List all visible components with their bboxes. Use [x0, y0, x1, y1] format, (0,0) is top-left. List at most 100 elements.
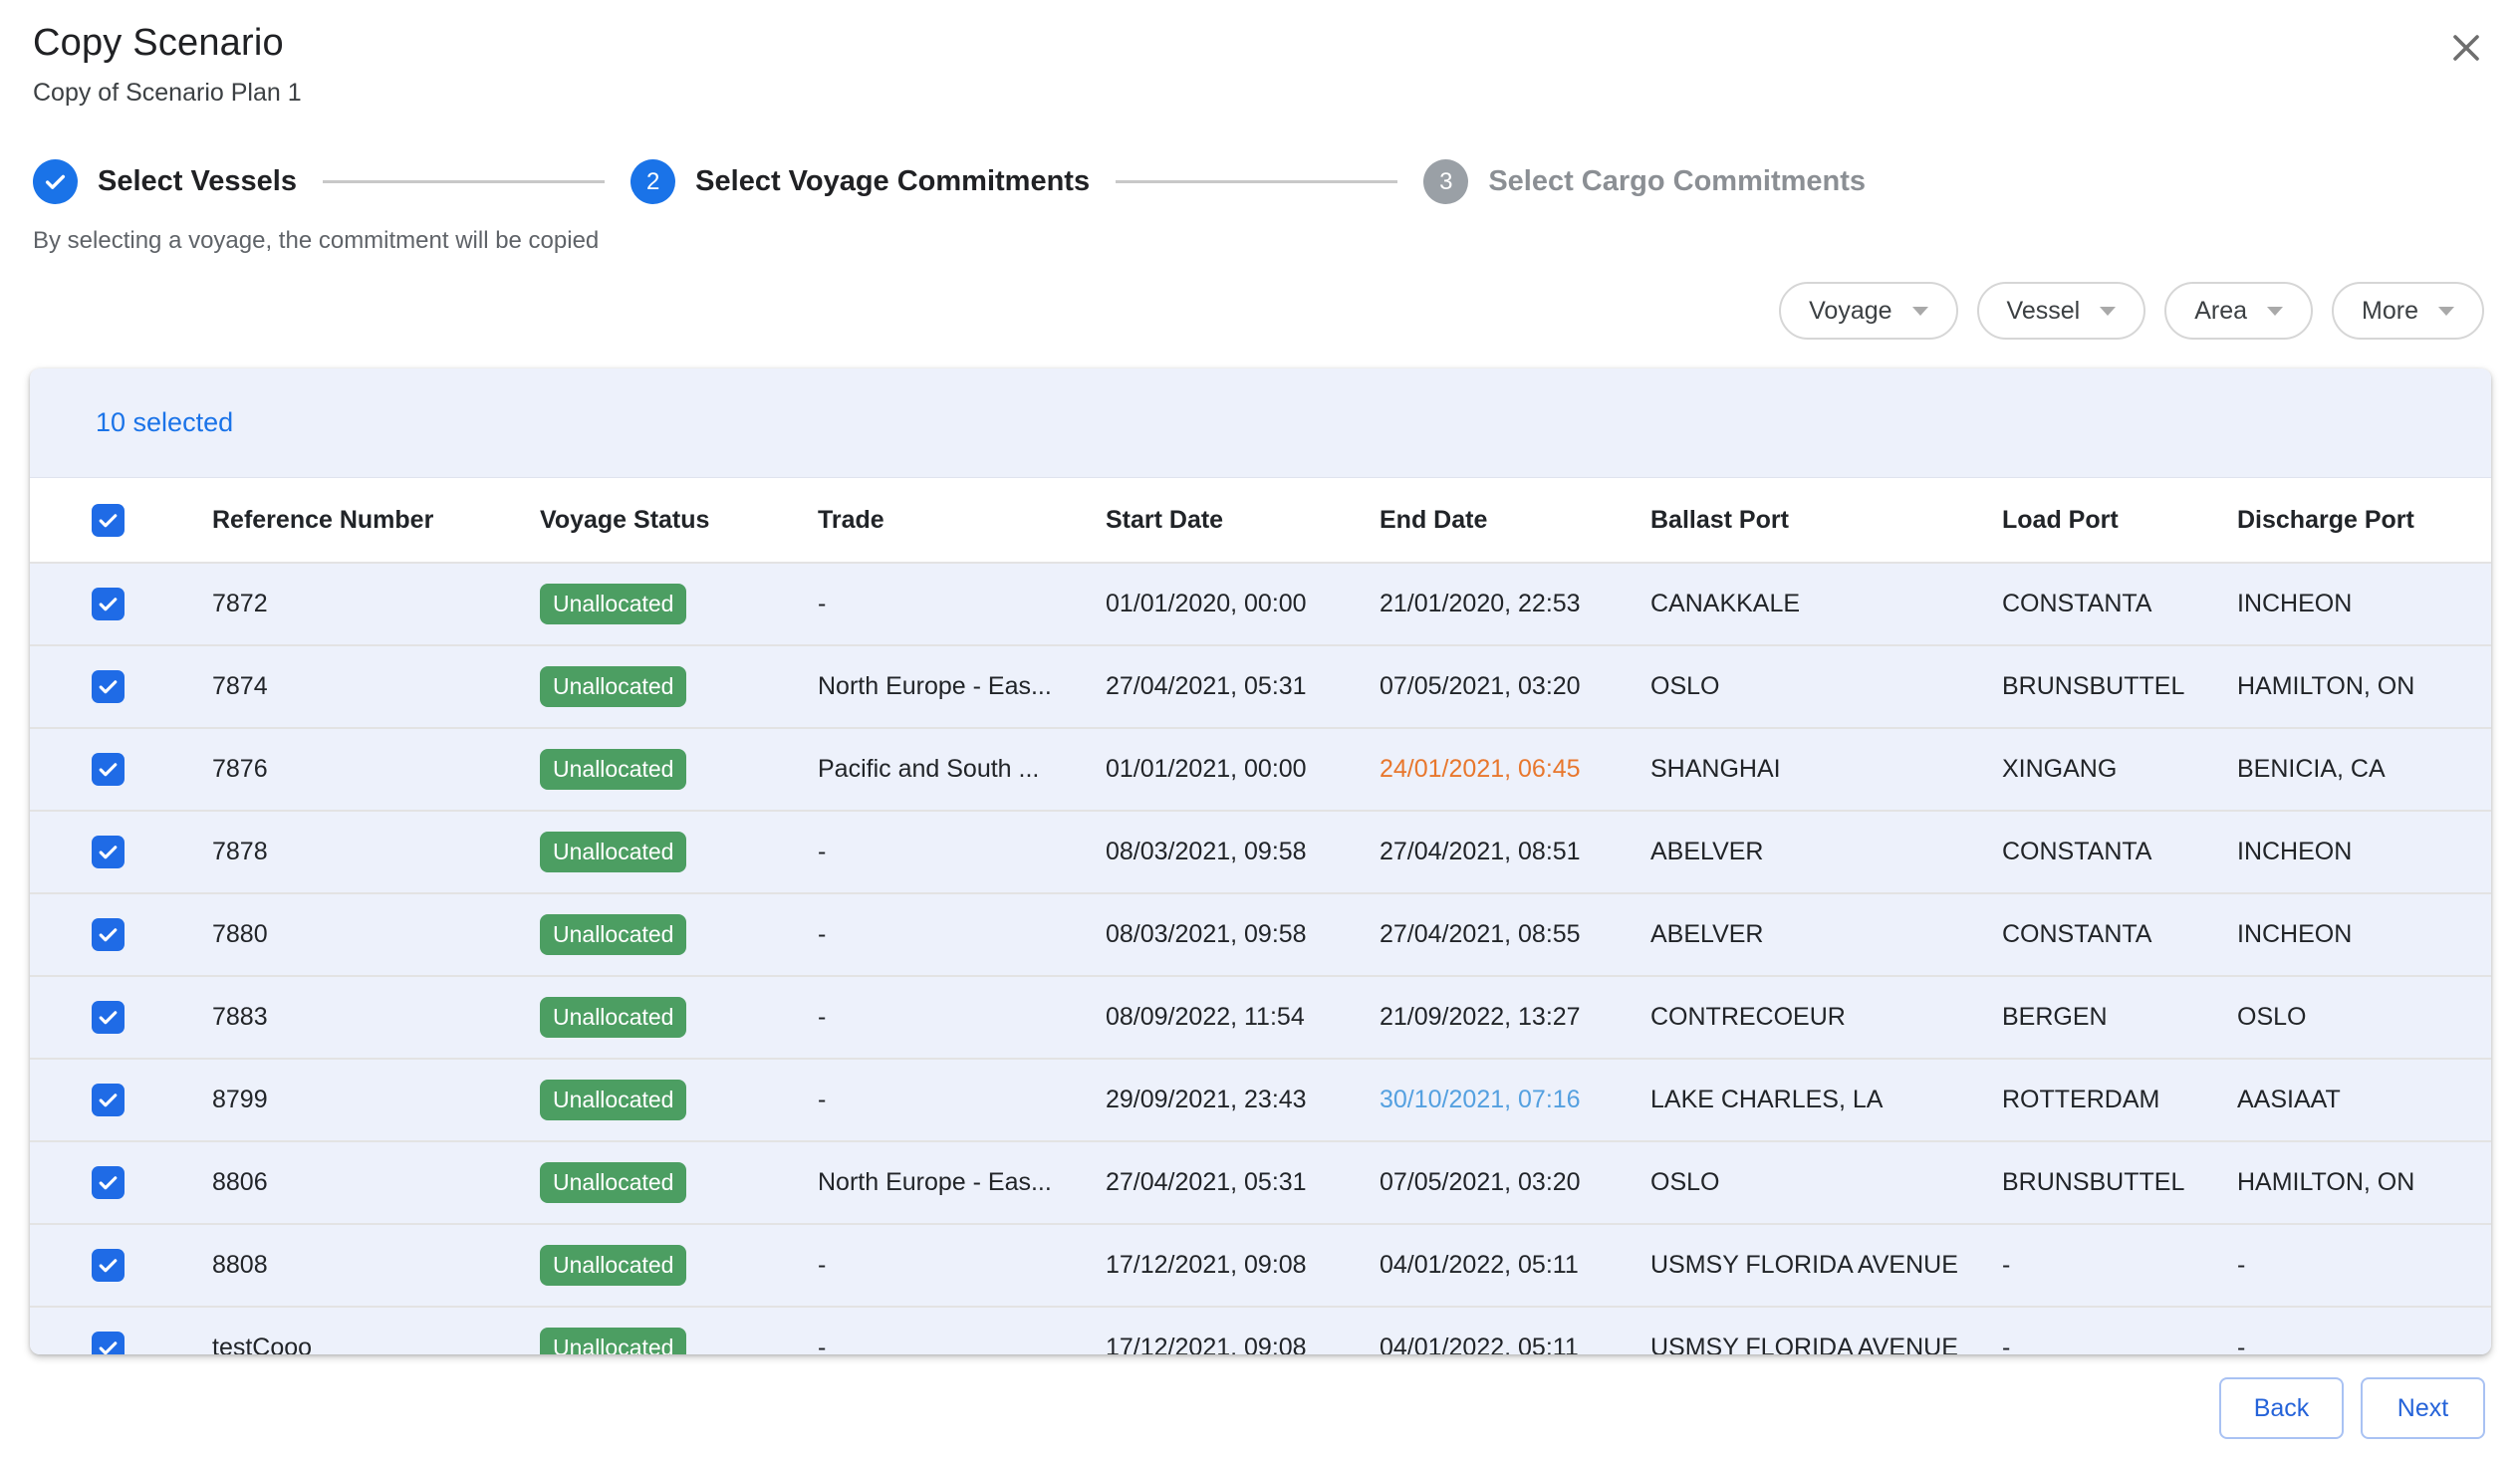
ballast-port-cell: ABELVER	[1650, 893, 2002, 976]
chevron-down-icon	[1912, 307, 1928, 316]
trade-cell: Pacific and South ...	[818, 728, 1106, 811]
table-row[interactable]: 8799 Unallocated - 29/09/2021, 23:43 30/…	[30, 1059, 2491, 1141]
table-row[interactable]: 7876 Unallocated Pacific and South ... 0…	[30, 728, 2491, 811]
voyage-status-badge: Unallocated	[540, 914, 686, 955]
voyage-commitments-table: Reference Number Voyage Status Trade Sta…	[30, 478, 2491, 1354]
voyage-status-badge: Unallocated	[540, 1080, 686, 1120]
dialog-header: Copy Scenario Copy of Scenario Plan 1	[33, 22, 302, 108]
table-row[interactable]: 7874 Unallocated North Europe - Eas... 2…	[30, 645, 2491, 728]
ballast-port-cell: LAKE CHARLES, LA	[1650, 1059, 2002, 1141]
row-checkbox[interactable]	[92, 1001, 125, 1034]
step-label: Select Voyage Commitments	[695, 165, 1090, 198]
column-header-load-port[interactable]: Load Port	[2002, 478, 2237, 563]
load-port-cell: BRUNSBUTTEL	[2002, 1141, 2237, 1224]
column-header-start-date[interactable]: Start Date	[1106, 478, 1380, 563]
check-icon	[96, 840, 121, 864]
load-port-cell: BERGEN	[2002, 976, 2237, 1059]
end-date-cell: 30/10/2021, 07:16	[1380, 1059, 1650, 1141]
reference-number-cell: 7872	[212, 563, 540, 645]
chevron-down-icon	[2438, 307, 2454, 316]
reference-number-cell: 8808	[212, 1224, 540, 1307]
row-checkbox[interactable]	[92, 1166, 125, 1199]
table-row[interactable]: testCooo Unallocated - 17/12/2021, 09:08…	[30, 1307, 2491, 1354]
load-port-cell: CONSTANTA	[2002, 811, 2237, 893]
voyage-status-badge: Unallocated	[540, 666, 686, 707]
table-row[interactable]: 8806 Unallocated North Europe - Eas... 2…	[30, 1141, 2491, 1224]
filter-bar: Voyage Vessel Area More	[1779, 282, 2484, 340]
voyage-status-badge: Unallocated	[540, 1162, 686, 1203]
table-row[interactable]: 7883 Unallocated - 08/09/2022, 11:54 21/…	[30, 976, 2491, 1059]
discharge-port-cell: HAMILTON, ON	[2237, 645, 2491, 728]
filter-vessel[interactable]: Vessel	[1977, 282, 2146, 340]
load-port-cell: ROTTERDAM	[2002, 1059, 2237, 1141]
step-select-cargo-commitments[interactable]: 3 Select Cargo Commitments	[1423, 159, 1866, 204]
column-header-reference-number[interactable]: Reference Number	[212, 478, 540, 563]
start-date-cell: 08/03/2021, 09:58	[1106, 893, 1380, 976]
column-header-ballast-port[interactable]: Ballast Port	[1650, 478, 2002, 563]
stepper: Select Vessels 2 Select Voyage Commitmen…	[33, 159, 1866, 204]
reference-number-cell: 8806	[212, 1141, 540, 1224]
back-button[interactable]: Back	[2219, 1377, 2344, 1439]
step-complete-check-icon	[33, 159, 78, 204]
trade-cell: -	[818, 976, 1106, 1059]
voyage-status-badge: Unallocated	[540, 832, 686, 872]
ballast-port-cell: USMSY FLORIDA AVENUE	[1650, 1307, 2002, 1354]
trade-cell: -	[818, 1224, 1106, 1307]
end-date-cell: 27/04/2021, 08:55	[1380, 893, 1650, 976]
row-checkbox[interactable]	[92, 1249, 125, 1282]
voyage-status-badge: Unallocated	[540, 1328, 686, 1354]
table-row[interactable]: 7872 Unallocated - 01/01/2020, 00:00 21/…	[30, 563, 2491, 645]
page-title: Copy Scenario	[33, 22, 302, 65]
start-date-cell: 01/01/2020, 00:00	[1106, 563, 1380, 645]
filter-more[interactable]: More	[2332, 282, 2484, 340]
select-all-checkbox[interactable]	[92, 504, 125, 537]
discharge-port-cell: -	[2237, 1224, 2491, 1307]
reference-number-cell: 7880	[212, 893, 540, 976]
check-icon	[96, 592, 121, 616]
start-date-cell: 17/12/2021, 09:08	[1106, 1307, 1380, 1354]
dialog-footer: Back Next	[2219, 1377, 2485, 1439]
next-button[interactable]: Next	[2361, 1377, 2485, 1439]
table-header-row: Reference Number Voyage Status Trade Sta…	[30, 478, 2491, 563]
column-header-trade[interactable]: Trade	[818, 478, 1106, 563]
trade-cell: -	[818, 1059, 1106, 1141]
voyage-status-badge: Unallocated	[540, 584, 686, 624]
row-checkbox[interactable]	[92, 836, 125, 868]
end-date-cell: 04/01/2022, 05:11	[1380, 1224, 1650, 1307]
row-checkbox[interactable]	[92, 1332, 125, 1354]
column-header-voyage-status[interactable]: Voyage Status	[540, 478, 818, 563]
table-row[interactable]: 8808 Unallocated - 17/12/2021, 09:08 04/…	[30, 1224, 2491, 1307]
voyage-status-badge: Unallocated	[540, 749, 686, 790]
row-checkbox[interactable]	[92, 753, 125, 786]
ballast-port-cell: OSLO	[1650, 645, 2002, 728]
close-icon	[2448, 30, 2484, 66]
column-header-end-date[interactable]: End Date	[1380, 478, 1650, 563]
table-row[interactable]: 7878 Unallocated - 08/03/2021, 09:58 27/…	[30, 811, 2491, 893]
ballast-port-cell: USMSY FLORIDA AVENUE	[1650, 1224, 2002, 1307]
chevron-down-icon	[2267, 307, 2283, 316]
voyage-table-body: 7872 Unallocated - 01/01/2020, 00:00 21/…	[30, 563, 2491, 1354]
row-checkbox[interactable]	[92, 1084, 125, 1116]
filter-voyage[interactable]: Voyage	[1779, 282, 1957, 340]
row-checkbox[interactable]	[92, 918, 125, 951]
discharge-port-cell: INCHEON	[2237, 563, 2491, 645]
check-icon	[96, 757, 121, 782]
filter-label: More	[2362, 297, 2418, 326]
end-date-cell: 21/09/2022, 13:27	[1380, 976, 1650, 1059]
step-label: Select Cargo Commitments	[1488, 165, 1866, 198]
step-select-voyage-commitments[interactable]: 2 Select Voyage Commitments	[630, 159, 1090, 204]
check-icon	[96, 1088, 121, 1112]
table-row[interactable]: 7880 Unallocated - 08/03/2021, 09:58 27/…	[30, 893, 2491, 976]
end-date-cell: 07/05/2021, 03:20	[1380, 645, 1650, 728]
voyage-status-badge: Unallocated	[540, 997, 686, 1038]
end-date-cell: 07/05/2021, 03:20	[1380, 1141, 1650, 1224]
step-select-vessels[interactable]: Select Vessels	[33, 159, 297, 204]
start-date-cell: 27/04/2021, 05:31	[1106, 645, 1380, 728]
filter-label: Voyage	[1809, 297, 1891, 326]
filter-area[interactable]: Area	[2164, 282, 2313, 340]
column-header-discharge-port[interactable]: Discharge Port	[2237, 478, 2491, 563]
row-checkbox[interactable]	[92, 670, 125, 703]
row-checkbox[interactable]	[92, 588, 125, 620]
start-date-cell: 08/09/2022, 11:54	[1106, 976, 1380, 1059]
close-button[interactable]	[2444, 26, 2488, 70]
